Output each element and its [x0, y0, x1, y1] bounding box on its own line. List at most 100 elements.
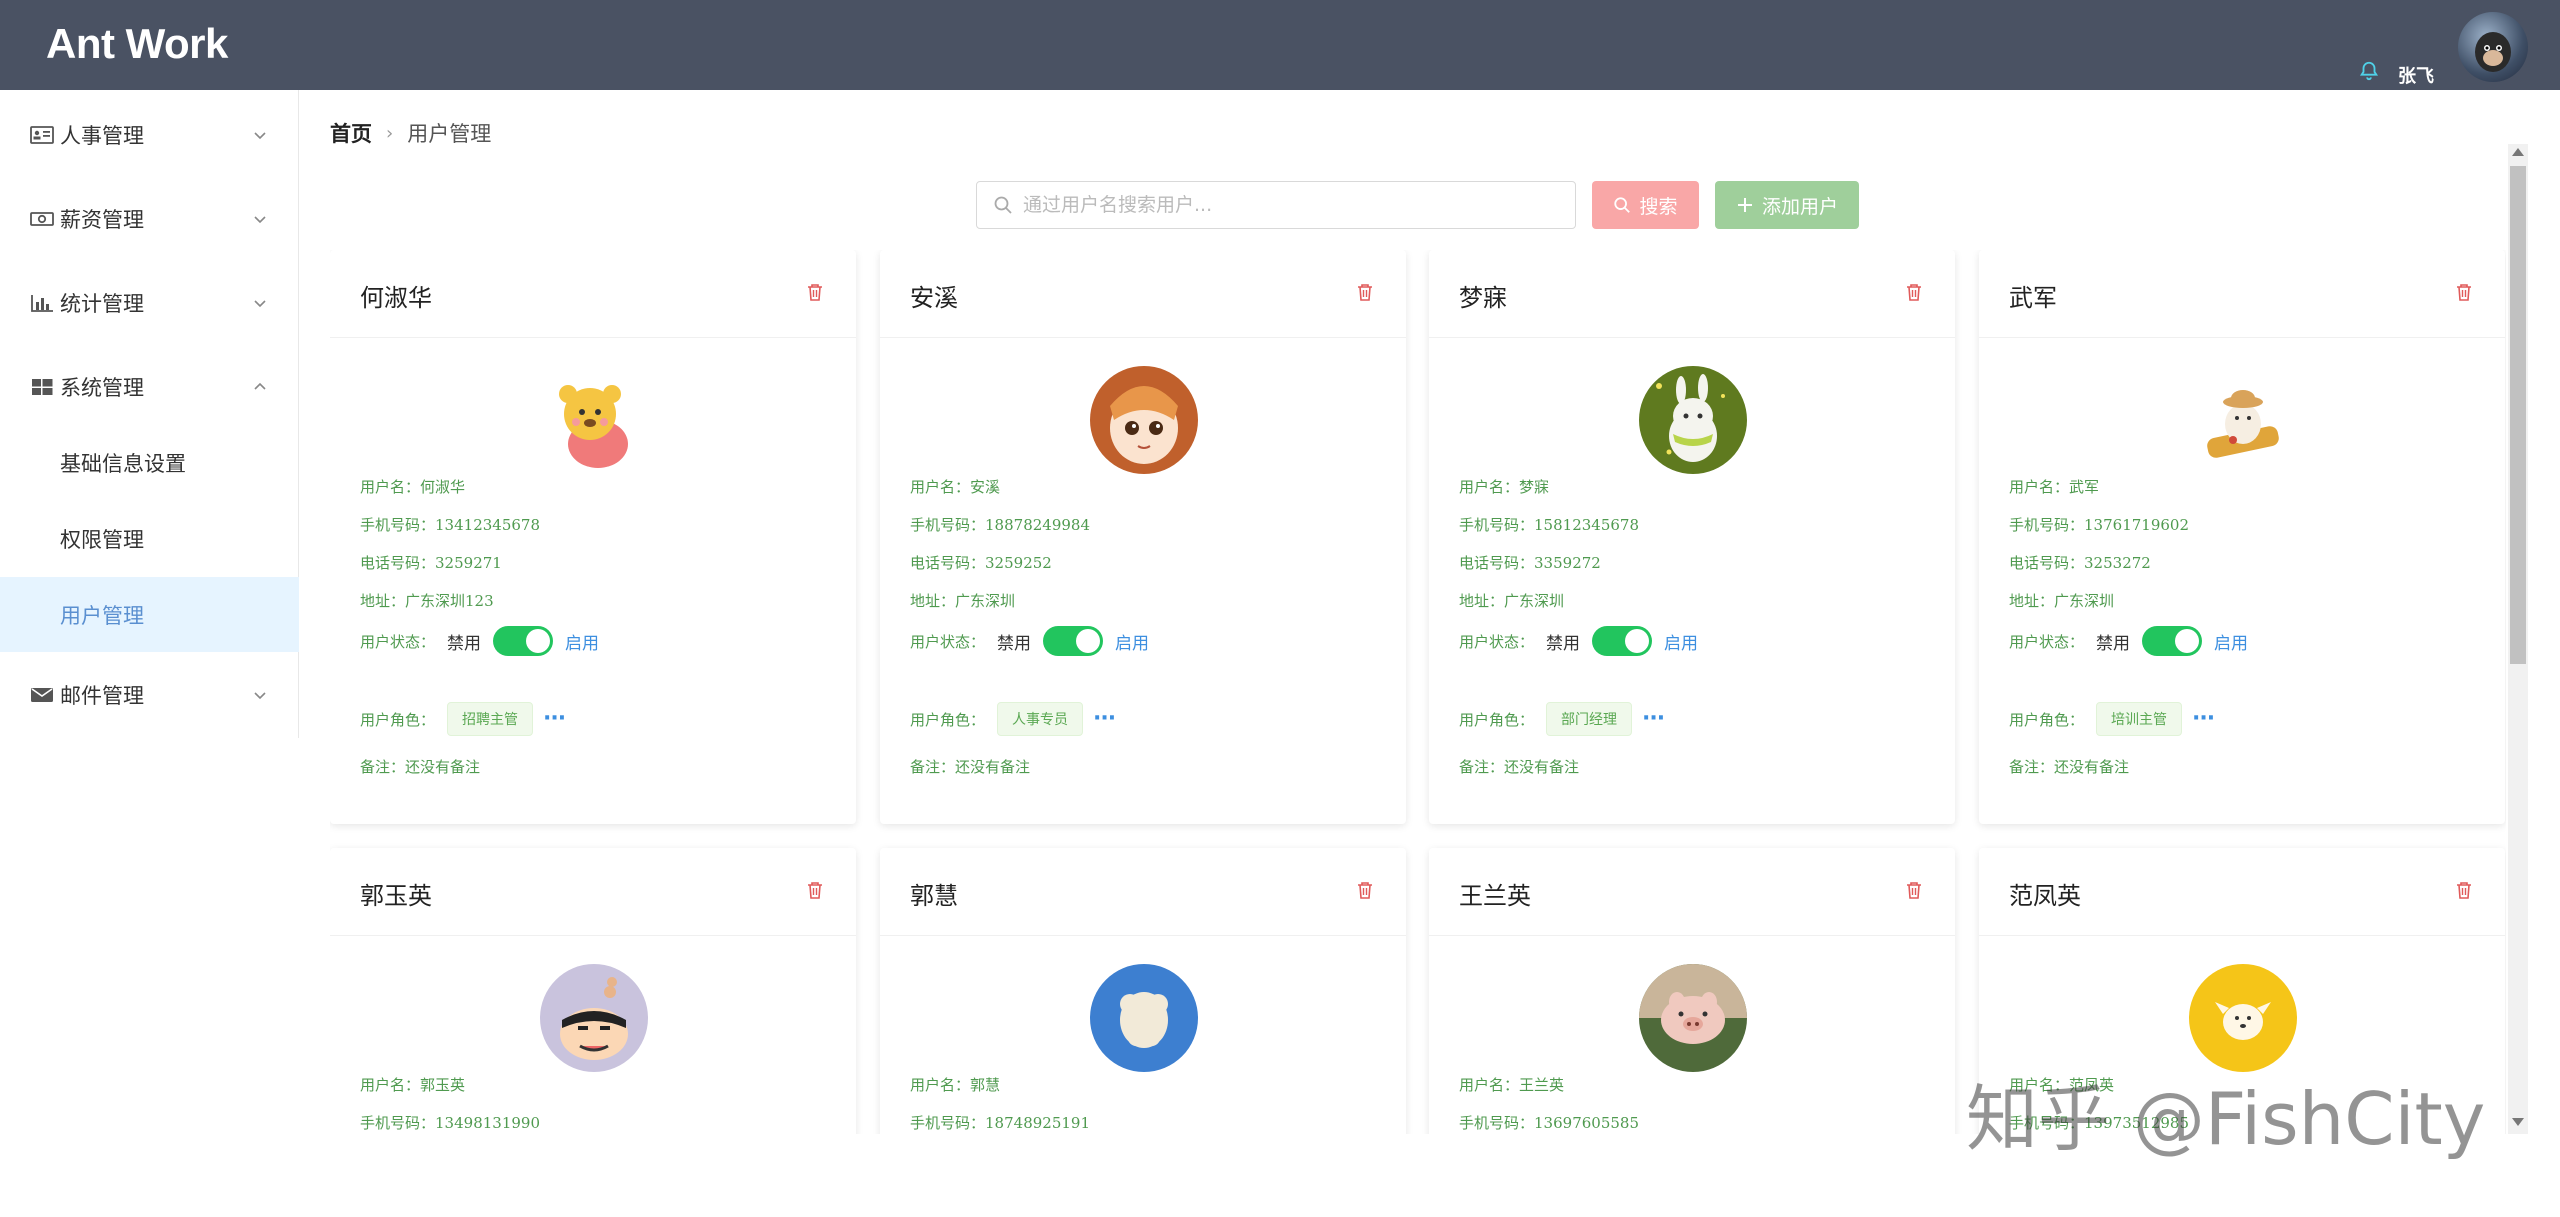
status-row: 用户状态： 禁用 启用	[910, 626, 1149, 656]
trash-icon[interactable]	[807, 881, 823, 899]
field-phone: 手机号码：13498131990	[360, 1114, 540, 1132]
sidebar-item-label: 基础信息设置	[60, 452, 186, 476]
scroll-up-arrow-icon[interactable]	[2512, 148, 2524, 156]
search-field[interactable]	[976, 181, 1576, 229]
search-icon	[994, 196, 1012, 214]
user-name[interactable]: 张飞	[2398, 62, 2434, 88]
breadcrumb-home[interactable]: 首页	[330, 118, 372, 148]
status-toggle[interactable]	[1043, 626, 1104, 656]
user-card: 王兰英 用户名：王兰英 手机号码：13697605585	[1429, 848, 1955, 1134]
trash-icon[interactable]	[1906, 881, 1922, 899]
role-row: 用户角色： 招聘主管 ···	[360, 702, 566, 736]
field-remark: 备注：还没有备注	[2009, 758, 2130, 776]
field-phone: 手机号码：13761719602	[2009, 516, 2189, 534]
chevron-down-icon	[254, 132, 266, 140]
envelope-icon	[31, 688, 53, 702]
sidebar-item-mail[interactable]: 邮件管理	[0, 660, 299, 730]
trash-icon[interactable]	[1357, 283, 1373, 301]
status-disabled-text: 禁用	[2096, 633, 2131, 654]
card-header: 王兰英	[1429, 848, 1955, 936]
role-label: 用户角色：	[1459, 710, 1535, 729]
status-row: 用户状态： 禁用 启用	[1459, 626, 1698, 656]
sidebar-item-users[interactable]: 用户管理	[0, 577, 299, 652]
trash-icon[interactable]	[1906, 283, 1922, 301]
app-logo[interactable]: Ant Work	[46, 20, 228, 68]
more-icon[interactable]: ···	[1642, 708, 1665, 730]
card-title: 王兰英	[1459, 882, 1531, 910]
role-row: 用户角色： 部门经理 ···	[1459, 702, 1665, 736]
search-button[interactable]: 搜索	[1592, 181, 1699, 229]
field-username: 用户名：安溪	[910, 478, 1001, 496]
trash-icon[interactable]	[1357, 881, 1373, 899]
add-user-button[interactable]: 添加用户	[1715, 181, 1859, 229]
money-icon	[30, 212, 54, 226]
field-phone: 手机号码：13412345678	[360, 516, 540, 534]
role-row: 用户角色： 培训主管 ···	[2009, 702, 2215, 736]
sidebar-item-hr[interactable]: 人事管理	[0, 100, 299, 170]
sidebar: 人事管理 薪资管理 统计管理 系统管理 基础信息设置 权限管理 用户管理 邮件管…	[0, 90, 299, 738]
field-address: 地址：广东深圳	[1459, 592, 1565, 610]
role-tag: 招聘主管	[447, 702, 534, 736]
sidebar-item-label: 薪资管理	[60, 208, 144, 232]
status-disabled-text: 禁用	[1546, 633, 1581, 654]
status-toggle[interactable]	[1592, 626, 1653, 656]
breadcrumb: 首页 › 用户管理	[330, 118, 491, 148]
field-remark: 备注：还没有备注	[910, 758, 1031, 776]
field-username: 用户名：王兰英	[1459, 1076, 1565, 1094]
user-avatar	[540, 964, 648, 1072]
bar-chart-icon	[31, 295, 53, 312]
scroll-down-arrow-icon[interactable]	[2512, 1118, 2524, 1126]
card-header: 武军	[1979, 250, 2505, 338]
field-phone: 手机号码：13697605585	[1459, 1114, 1639, 1132]
chevron-down-icon	[254, 300, 266, 308]
sidebar-item-permissions[interactable]: 权限管理	[0, 504, 299, 574]
sidebar-item-salary[interactable]: 薪资管理	[0, 184, 299, 254]
trash-icon[interactable]	[2456, 283, 2472, 301]
user-avatar	[540, 366, 648, 474]
top-header: Ant Work 张飞	[0, 0, 2560, 90]
id-card-icon	[30, 126, 54, 144]
user-card: 安溪 用户名：安溪 手机号码：18878249984 电话号码：3259252 …	[880, 250, 1406, 824]
search-icon	[1614, 197, 1631, 213]
bell-icon[interactable]	[2358, 60, 2380, 82]
search-button-label: 搜索	[1639, 196, 1678, 218]
sidebar-item-basic-info[interactable]: 基础信息设置	[0, 428, 299, 498]
more-icon[interactable]: ···	[1093, 708, 1116, 730]
card-header: 郭玉英	[330, 848, 856, 936]
sidebar-item-label: 统计管理	[60, 292, 144, 316]
role-tag: 人事专员	[997, 702, 1084, 736]
sidebar-item-system[interactable]: 系统管理	[0, 352, 299, 422]
trash-icon[interactable]	[2456, 881, 2472, 899]
more-icon[interactable]: ···	[2192, 708, 2215, 730]
field-address: 地址：广东深圳	[2009, 592, 2115, 610]
status-toggle[interactable]	[493, 626, 554, 656]
more-icon[interactable]: ···	[543, 708, 566, 730]
scrollbar-thumb[interactable]	[2510, 166, 2526, 664]
status-enabled-text: 启用	[1115, 633, 1150, 654]
status-toggle[interactable]	[2142, 626, 2203, 656]
status-row: 用户状态： 禁用 启用	[2009, 626, 2248, 656]
search-input[interactable]	[1023, 194, 1543, 216]
field-phone: 手机号码：15812345678	[1459, 516, 1639, 534]
sidebar-item-label: 邮件管理	[60, 684, 144, 708]
user-card: 郭慧 用户名：郭慧 手机号码：18748925191	[880, 848, 1406, 1134]
status-disabled-text: 禁用	[997, 633, 1032, 654]
sidebar-item-label: 系统管理	[60, 376, 144, 400]
user-avatar	[1639, 366, 1747, 474]
field-telephone: 电话号码：3359272	[1459, 554, 1601, 572]
sidebar-item-stats[interactable]: 统计管理	[0, 268, 299, 338]
user-avatar	[1090, 964, 1198, 1072]
role-tag: 部门经理	[1546, 702, 1633, 736]
field-username: 用户名：何淑华	[360, 478, 466, 496]
user-avatar[interactable]	[2458, 12, 2528, 82]
status-label: 用户状态：	[360, 632, 436, 651]
user-card: 武军 用户名：武军 手机号码：13761719602 电话号码：3253272 …	[1979, 250, 2505, 824]
add-user-button-label: 添加用户	[1761, 196, 1838, 218]
trash-icon[interactable]	[807, 283, 823, 301]
field-telephone: 电话号码：3259252	[910, 554, 1052, 572]
status-enabled-text: 启用	[565, 633, 600, 654]
user-avatar	[2189, 366, 2297, 474]
role-row: 用户角色： 人事专员 ···	[910, 702, 1116, 736]
watermark: 知乎 @FishCity	[1966, 1077, 2486, 1161]
card-header: 郭慧	[880, 848, 1406, 936]
